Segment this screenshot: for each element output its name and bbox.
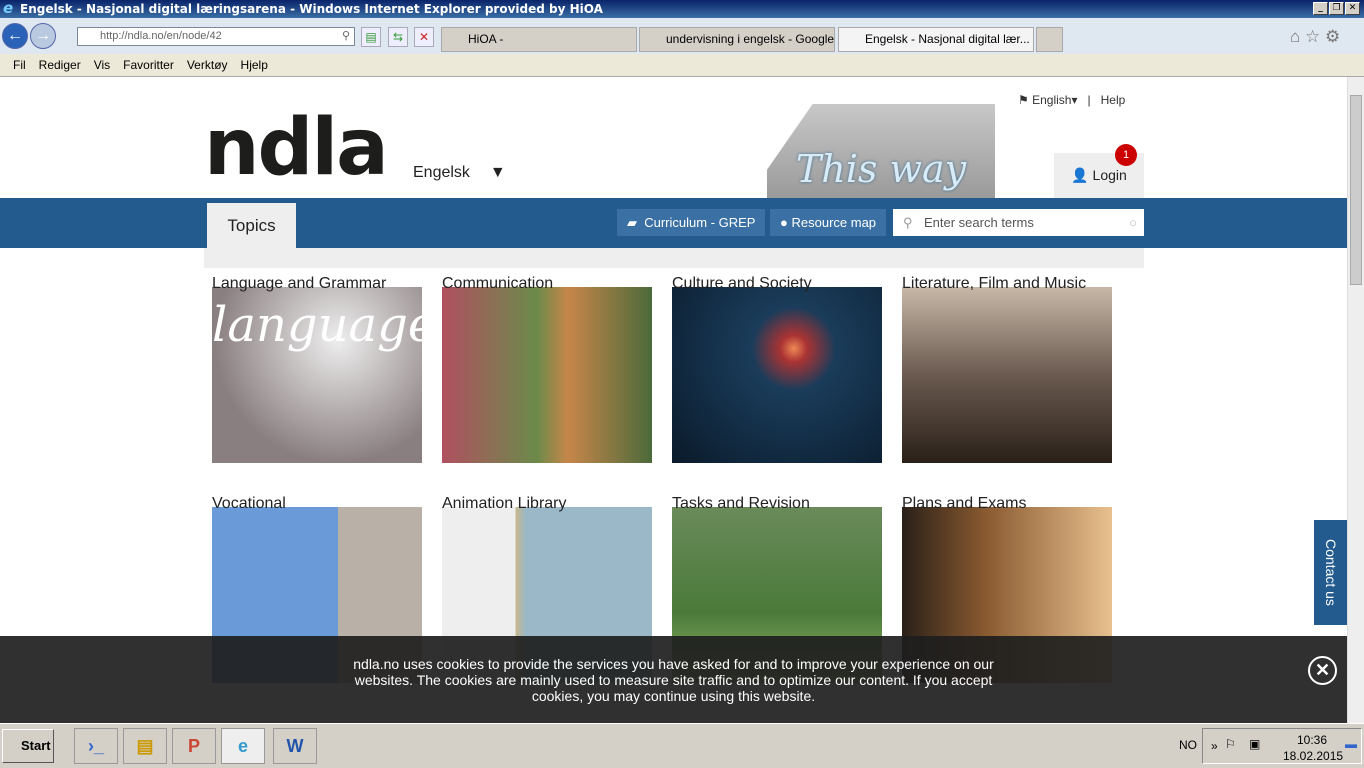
notification-badge: 1 — [1115, 144, 1137, 166]
clock-date[interactable]: 18.02.2015 — [1283, 749, 1343, 763]
this-way-sign: This way — [767, 104, 995, 198]
menu-hjelp[interactable]: Hjelp — [241, 58, 268, 72]
minimize-button[interactable]: _ — [1313, 2, 1328, 15]
internet-explorer-icon[interactable]: e — [221, 728, 265, 764]
web-page: ndla Engelsk ▼ This way ⚑ English▾ | Help… — [0, 77, 1347, 723]
topic-tile[interactable]: Language and Grammar language — [212, 274, 436, 463]
topic-image — [672, 287, 882, 463]
flag-icon: ⚑ — [1018, 93, 1029, 107]
vertical-scrollbar[interactable] — [1347, 77, 1364, 723]
resource-map-button[interactable]: ● Resource map — [770, 209, 887, 236]
ie-icon: e — [3, 0, 14, 17]
search-icon: ⚲ — [903, 215, 913, 230]
search-input[interactable]: ⚲ Enter search terms ○ — [893, 209, 1144, 236]
subject-dropdown[interactable]: Engelsk ▼ — [413, 164, 506, 182]
topic-image — [442, 287, 652, 463]
topic-tile[interactable]: Communication — [442, 274, 652, 463]
menu-vis[interactable]: Vis — [94, 58, 110, 72]
topic-tile[interactable]: Culture and Society — [672, 274, 882, 463]
topic-tile[interactable]: Literature, Film and Music — [902, 274, 1112, 463]
action-center-flag-icon: ⚐ — [1225, 737, 1236, 751]
globe-icon: ● — [780, 215, 788, 230]
caret-down-icon: ▼ — [489, 164, 506, 181]
help-link[interactable]: Help — [1101, 93, 1126, 107]
contact-us-tab[interactable]: Contact us — [1314, 520, 1347, 625]
word-icon[interactable]: W — [273, 728, 317, 764]
search-icon: ⚲ — [341, 30, 350, 42]
system-tray: » ⚐ ▣ 10:36 18.02.2015 ▬ — [1202, 728, 1362, 764]
address-text: http://ndla.no/en/node/42 — [100, 30, 222, 42]
window-title-bar: e Engelsk - Nasjonal digital læringsarena… — [0, 0, 1364, 18]
stop-icon[interactable]: ✕ — [414, 27, 434, 47]
show-desktop-icon: ▬ — [1345, 737, 1357, 751]
menu-rediger[interactable]: Rediger — [39, 58, 81, 72]
refresh-icon[interactable]: ⇆ — [388, 27, 408, 47]
menu-verktoy[interactable]: Verktøy — [187, 58, 228, 72]
window-title: Engelsk - Nasjonal digital læringsarena … — [20, 2, 603, 16]
network-icon: ▣ — [1249, 737, 1261, 751]
address-bar[interactable]: http://ndla.no/en/node/42 ⚲ — [77, 27, 355, 46]
new-tab-button[interactable] — [1036, 27, 1063, 52]
tab-topics[interactable]: Topics — [207, 203, 296, 248]
tab-google[interactable]: undervisning i engelsk - Google-... — [639, 27, 835, 52]
language-selector[interactable]: English — [1032, 93, 1071, 107]
forward-button[interactable]: → — [30, 23, 56, 49]
language-indicator[interactable]: NO — [1179, 738, 1197, 752]
explorer-icon[interactable]: ▤ — [123, 728, 167, 764]
home-icon[interactable]: ⌂ ☆ ⚙ — [1290, 27, 1340, 47]
close-window-button[interactable]: ✕ — [1345, 2, 1360, 15]
close-cookie-button[interactable]: ✕ — [1308, 656, 1337, 685]
tab-hioa[interactable]: HiOA - — [441, 27, 637, 52]
maximize-button[interactable]: ❐ — [1329, 2, 1344, 15]
curriculum-button[interactable]: ▰ Curriculum - GREP — [617, 209, 766, 236]
scroll-thumb[interactable] — [1350, 95, 1362, 285]
powershell-icon[interactable]: ›_ — [74, 728, 118, 764]
show-hidden-icon: » — [1211, 739, 1218, 753]
ndla-logo[interactable]: ndla — [204, 109, 389, 187]
spinner-icon: ○ — [1129, 215, 1137, 230]
topic-image — [902, 287, 1112, 463]
user-icon: 👤 — [1071, 167, 1089, 183]
compatibility-icon[interactable]: ▤ — [361, 27, 381, 47]
start-button[interactable]: Start — [2, 729, 54, 763]
menu-fil[interactable]: Fil — [13, 58, 26, 72]
menu-bar: Fil Rediger Vis Favoritter Verktøy Hjelp — [0, 54, 1364, 77]
cookie-banner: ndla.no uses cookies to provide the serv… — [0, 636, 1347, 723]
back-button[interactable]: ← — [2, 23, 28, 49]
powerpoint-icon[interactable]: P — [172, 728, 216, 764]
book-icon: ▰ — [627, 215, 637, 230]
menu-favoritter[interactable]: Favoritter — [123, 58, 174, 72]
topic-image: language — [212, 287, 436, 463]
cookie-text: ndla.no uses cookies to provide the serv… — [353, 656, 994, 704]
clock-time[interactable]: 10:36 — [1297, 733, 1327, 747]
tab-ndla[interactable]: Engelsk - Nasjonal digital lær... — [838, 27, 1034, 52]
